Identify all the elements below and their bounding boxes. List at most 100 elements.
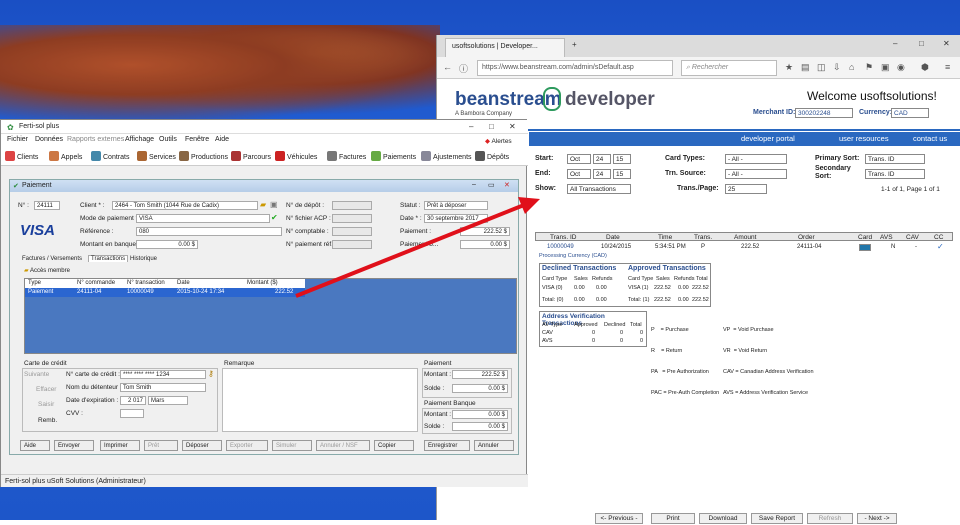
toolbar-depots[interactable]: Dépôts bbox=[475, 151, 509, 161]
mode-field[interactable]: VISA bbox=[136, 214, 270, 223]
print-button[interactable]: Print bbox=[651, 513, 695, 524]
menu-fichier[interactable]: Fichier bbox=[7, 136, 28, 143]
menu-contact-us[interactable]: contact us bbox=[913, 134, 947, 143]
star-icon[interactable]: ★ bbox=[785, 62, 793, 73]
addon-icon[interactable]: ◉ bbox=[897, 62, 905, 73]
no-field[interactable]: 24111 bbox=[34, 201, 60, 210]
menu-user-resources[interactable]: user resources bbox=[839, 134, 889, 143]
primary-sort-select[interactable]: Trans. ID bbox=[865, 154, 925, 164]
browser-tab[interactable]: usoftsolutions | Developer... bbox=[445, 38, 565, 57]
save-report-button[interactable]: Save Report bbox=[751, 513, 803, 524]
menu-rapports[interactable]: Rapports externes bbox=[67, 136, 124, 143]
grid-h-date[interactable]: Date bbox=[177, 280, 190, 286]
col-time[interactable]: Time bbox=[658, 234, 672, 241]
toolbar-clients[interactable]: Clients bbox=[5, 151, 38, 161]
toolbar-factures[interactable]: Factures bbox=[327, 151, 366, 161]
app-close-icon[interactable]: ✕ bbox=[509, 122, 516, 131]
annuler-button[interactable]: Annuler bbox=[474, 440, 514, 451]
card-types-select[interactable]: - All - bbox=[725, 154, 787, 164]
end-year-select[interactable]: 15 bbox=[613, 169, 631, 179]
new-tab-icon[interactable]: + bbox=[572, 40, 577, 49]
toolbar-vehicules[interactable]: Véhicules bbox=[275, 151, 317, 161]
toolbar-appels[interactable]: Appels bbox=[49, 151, 82, 161]
col-avs[interactable]: AVS bbox=[880, 234, 893, 241]
tab-transactions[interactable]: Transactions bbox=[88, 255, 129, 262]
secondary-sort-select[interactable]: Trans. ID bbox=[865, 169, 925, 179]
end-day-select[interactable]: 24 bbox=[593, 169, 611, 179]
toolbar-paiements[interactable]: Paiements bbox=[371, 151, 416, 161]
menu-aide[interactable]: Aide bbox=[215, 136, 229, 143]
abp-icon[interactable]: ⬢ bbox=[921, 62, 929, 73]
grid-h-montant[interactable]: Montant ($) bbox=[247, 280, 278, 286]
exporter-button[interactable]: Exporter bbox=[226, 440, 268, 451]
acp-field[interactable] bbox=[332, 214, 372, 223]
simuler-button[interactable]: Simuler bbox=[272, 440, 312, 451]
end-month-select[interactable]: Oct bbox=[567, 169, 591, 179]
previous-button[interactable]: <- Previous - bbox=[595, 513, 643, 524]
copier-button[interactable]: Copier bbox=[374, 440, 414, 451]
library-icon[interactable]: ▤ bbox=[801, 62, 810, 73]
annuler-nsf-button[interactable]: Annuler / NSF bbox=[316, 440, 370, 451]
grid-h-commande[interactable]: N° commande bbox=[77, 280, 115, 286]
cvv-field[interactable] bbox=[120, 409, 144, 418]
enregistrer-button[interactable]: Enregistrer bbox=[424, 440, 470, 451]
card-key-icon[interactable]: ⚷ bbox=[208, 369, 214, 378]
envoyer-button[interactable]: Envoyer bbox=[54, 440, 94, 451]
menu-developer-portal[interactable]: developer portal bbox=[741, 134, 795, 143]
aide-button[interactable]: Aide bbox=[20, 440, 50, 451]
remarque-field[interactable] bbox=[222, 368, 418, 432]
menu-donnees[interactable]: Données bbox=[35, 136, 63, 143]
comptable-field[interactable] bbox=[332, 227, 372, 236]
download-button[interactable]: Download bbox=[699, 513, 747, 524]
effacer-button[interactable]: Effacer bbox=[36, 386, 56, 393]
tab-factures[interactable]: Factures / Versements bbox=[22, 256, 82, 262]
exp-year-field[interactable]: 2 017 bbox=[120, 396, 146, 405]
result-row[interactable]: 10000049 10/24/2015 5:34:51 PM P 222.52 … bbox=[535, 242, 953, 252]
menu-outils[interactable]: Outils bbox=[159, 136, 177, 143]
col-cc[interactable]: CC bbox=[934, 234, 943, 241]
alerts-link[interactable]: ◆ Alertes bbox=[485, 137, 512, 145]
col-trans-id[interactable]: Trans. ID bbox=[550, 234, 577, 241]
pocket-icon[interactable]: ◫ bbox=[817, 62, 826, 73]
download-icon[interactable]: ⇩ bbox=[833, 62, 841, 73]
home-icon[interactable]: ⌂ bbox=[849, 62, 854, 72]
next-button[interactable]: - Next -> bbox=[857, 513, 897, 524]
win-close-icon[interactable]: ✕ bbox=[504, 181, 510, 189]
col-amount[interactable]: Amount bbox=[734, 234, 756, 241]
search-input[interactable]: ⌕ Rechercher bbox=[681, 60, 777, 76]
toolbar-services[interactable]: Services bbox=[137, 151, 176, 161]
url-input[interactable]: https://www.beanstream.com/admin/sDefaul… bbox=[477, 60, 673, 76]
result-trans-id[interactable]: 10000049 bbox=[547, 244, 574, 250]
col-trans[interactable]: Trans. bbox=[694, 234, 712, 241]
pret-button[interactable]: Prêt bbox=[144, 440, 178, 451]
grid-h-transaction[interactable]: N° transaction bbox=[127, 280, 165, 286]
trans-page-input[interactable]: 25 bbox=[725, 184, 767, 194]
grid-h-type[interactable]: Type bbox=[28, 280, 41, 286]
toolbar-parcours[interactable]: Parcours bbox=[231, 151, 271, 161]
remb-button[interactable]: Remb. bbox=[38, 417, 57, 424]
col-card[interactable]: Card bbox=[858, 234, 872, 241]
client-lookup-icon[interactable]: ▣ bbox=[270, 200, 278, 209]
ref-field[interactable]: 080 bbox=[136, 227, 282, 236]
client-field[interactable]: 2464 - Tom Smith (1044 Rue de Cadix) bbox=[112, 201, 258, 210]
paiement-field[interactable]: 222.52 $ bbox=[460, 227, 510, 236]
imprimer-button[interactable]: Imprimer bbox=[100, 440, 140, 451]
info-icon[interactable]: ⓘ bbox=[459, 62, 468, 75]
col-cav[interactable]: CAV bbox=[906, 234, 919, 241]
refresh-button[interactable]: Refresh bbox=[807, 513, 853, 524]
date-field[interactable]: 30 septembre 2017 bbox=[424, 214, 488, 223]
win-minimize-icon[interactable]: – bbox=[472, 181, 476, 188]
start-year-select[interactable]: 15 bbox=[613, 154, 631, 164]
start-day-select[interactable]: 24 bbox=[593, 154, 611, 164]
suivante-button[interactable]: Suivante bbox=[24, 371, 49, 378]
app-maximize-icon[interactable]: □ bbox=[489, 122, 494, 131]
screenshot-icon[interactable]: ▣ bbox=[881, 62, 890, 73]
client-folder-icon[interactable]: ▰ bbox=[260, 200, 266, 209]
depot-field[interactable] bbox=[332, 201, 372, 210]
start-month-select[interactable]: Oct bbox=[567, 154, 591, 164]
toolbar-ajustements[interactable]: Ajustements bbox=[421, 151, 472, 161]
toolbar-productions[interactable]: Productions bbox=[179, 151, 228, 161]
close-icon[interactable]: ✕ bbox=[943, 39, 950, 48]
holder-field[interactable]: Tom Smith bbox=[120, 383, 206, 392]
tab-historique[interactable]: Historique bbox=[130, 256, 157, 262]
